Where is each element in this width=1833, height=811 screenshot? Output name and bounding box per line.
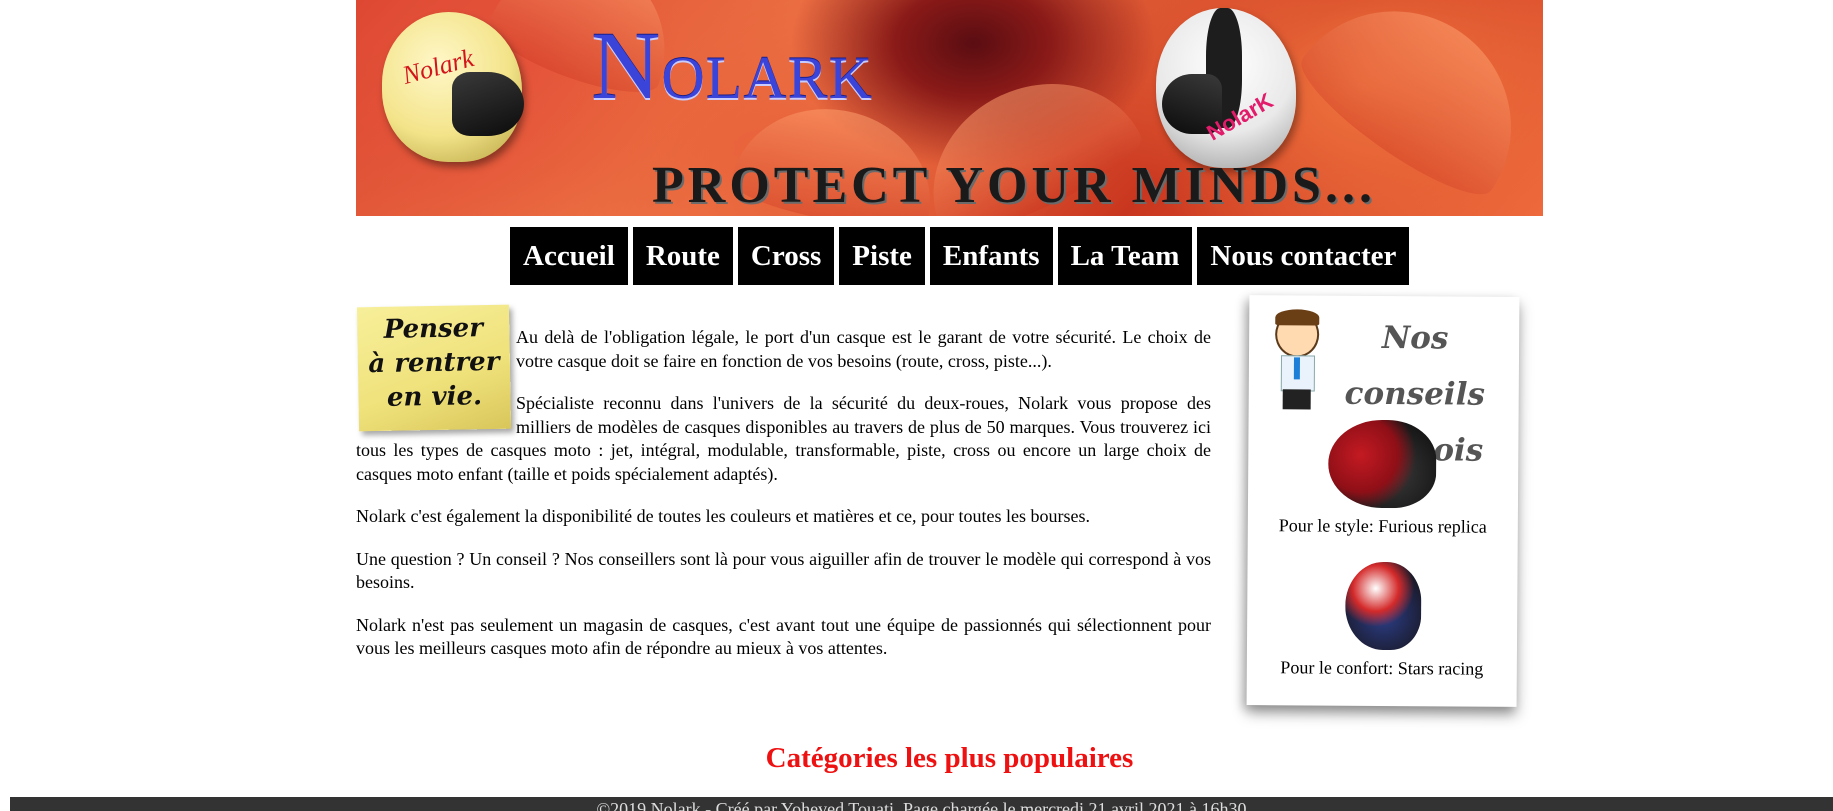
product-stars-racing-image[interactable] <box>1344 561 1422 651</box>
footer-text: ©2019 Nolark - Créé par Yoheved Touati. … <box>596 799 1247 811</box>
helmet-visor <box>452 72 524 136</box>
main-nav: Accueil Route Cross Piste Enfants La Tea… <box>510 227 1410 285</box>
page-footer: ©2019 Nolark - Créé par Yoheved Touati. … <box>10 797 1833 811</box>
product-furious-replica-image[interactable] <box>1327 419 1437 509</box>
site-logo[interactable]: NOLARK <box>591 18 873 114</box>
logo-rest: OLARK <box>661 45 873 111</box>
note-float-spacer <box>356 326 516 436</box>
main-content: Au delà de l'obligation légale, le port … <box>356 326 1211 680</box>
advice-sidebar: Nos conseils du mois Pour le style: Furi… <box>1246 295 1520 707</box>
banner-tagline: PROTECT YOUR MINDS... <box>652 157 1376 214</box>
header-banner: Nolark NOLARK NolarK PROTECT YOUR MINDS.… <box>356 0 1543 216</box>
nav-item-nous-contacter[interactable]: Nous contacter <box>1197 227 1410 285</box>
sidebar-title-line1: Nos conseils <box>1344 319 1486 413</box>
nav-item-cross[interactable]: Cross <box>737 227 835 285</box>
page: Nolark NOLARK NolarK PROTECT YOUR MINDS.… <box>0 0 1833 811</box>
advisor-tie <box>1293 357 1301 380</box>
advisor-hair <box>1275 309 1320 326</box>
product-caption: Pour le style: Furious replica <box>1278 515 1487 537</box>
nav-item-la-team[interactable]: La Team <box>1057 227 1193 285</box>
content-paragraph: Nolark n'est pas seulement un magasin de… <box>356 614 1211 659</box>
product-caption: Pour le confort: Stars racing <box>1280 657 1484 679</box>
nav-item-piste[interactable]: Piste <box>839 227 925 285</box>
nav-item-route[interactable]: Route <box>632 227 733 285</box>
popular-categories-title: Catégories les plus populaires <box>765 742 1134 774</box>
nav-item-accueil[interactable]: Accueil <box>510 227 628 285</box>
advisor-legs <box>1282 389 1311 410</box>
nav-item-enfants[interactable]: Enfants <box>929 227 1053 285</box>
content-paragraph: Une question ? Un conseil ? Nos conseill… <box>356 548 1211 593</box>
content-paragraph: Nolark c'est également la disponibilité … <box>356 506 1091 526</box>
logo-initial: N <box>591 12 662 119</box>
helmet-right-image: NolarK <box>1156 8 1296 168</box>
